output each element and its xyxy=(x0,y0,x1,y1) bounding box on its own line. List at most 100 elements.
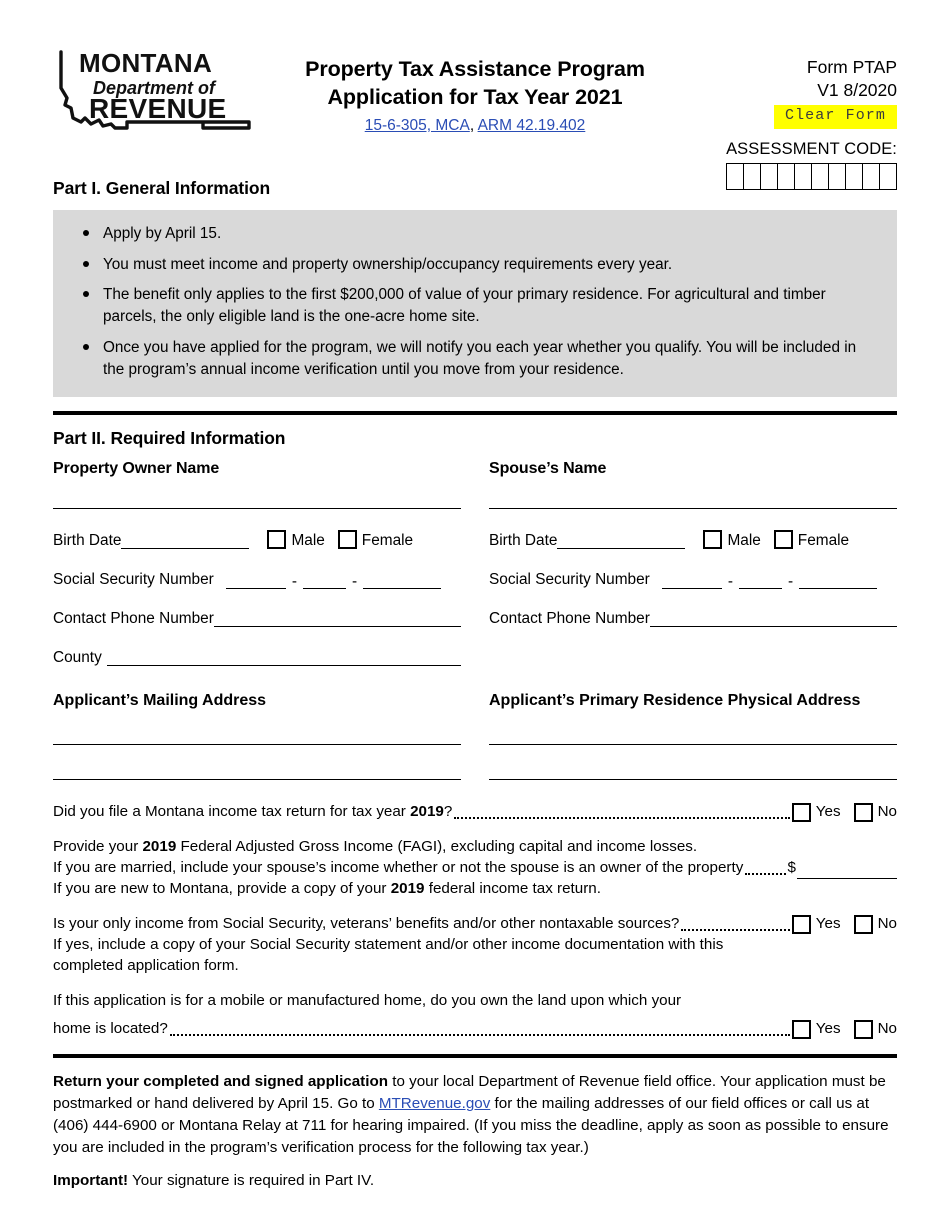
assessment-code-cell[interactable] xyxy=(760,162,779,190)
assessment-code-cell[interactable] xyxy=(844,162,864,190)
spouse-male-checkbox[interactable] xyxy=(703,530,723,550)
form-version: V1 8/2020 xyxy=(817,80,897,101)
spouse-ssn-part3-input[interactable] xyxy=(799,575,878,590)
assessment-code-cell[interactable] xyxy=(777,162,796,190)
spouse-ssn-dash1: - xyxy=(727,572,733,590)
question-4: If this application is for a mobile or m… xyxy=(53,991,897,1040)
residence-address-line1-input[interactable] xyxy=(489,744,897,746)
owner-ssn-part3-input[interactable] xyxy=(363,575,442,590)
owner-name-input[interactable] xyxy=(53,508,461,510)
spouse-male-label: Male xyxy=(727,532,761,550)
general-information-bullet: Once you have applied for the program, w… xyxy=(73,337,877,380)
owner-ssn-row: Social Security Number - - xyxy=(53,571,461,589)
owner-ssn-dash2: - xyxy=(351,572,358,590)
question-4-line2: home is located? xyxy=(53,1020,168,1038)
question-2-leader xyxy=(745,871,786,876)
form-title-block: Property Tax Assistance Program Applicat… xyxy=(268,42,682,135)
question-1: Did you file a Montana income tax return… xyxy=(53,802,897,823)
general-information-bullet: The benefit only applies to the first $2… xyxy=(73,284,877,327)
spouse-column: Spouse’s Name Birth Date Male Female Soc… xyxy=(489,460,897,781)
question-3-no-checkbox[interactable] xyxy=(853,915,873,935)
spouse-ssn-row: Social Security Number - - xyxy=(489,571,897,589)
residence-address-label: Applicant’s Primary Residence Physical A… xyxy=(489,692,861,710)
assessment-code-cell[interactable] xyxy=(861,162,881,190)
spouse-phone-label: Contact Phone Number xyxy=(489,610,650,628)
question-2: Provide your 2019 Federal Adjusted Gross… xyxy=(53,837,897,900)
spouse-ssn-label: Social Security Number xyxy=(489,571,650,589)
question-3-leader xyxy=(681,927,790,932)
owner-county-row: County xyxy=(53,649,461,667)
spouse-phone-input[interactable] xyxy=(649,612,897,628)
required-information-columns: Property Owner Name Birth Date Male Fema… xyxy=(53,460,897,781)
question-1-yes-label: Yes xyxy=(815,803,841,821)
owner-female-checkbox[interactable] xyxy=(337,530,357,550)
question-2-currency-symbol: $ xyxy=(787,859,796,877)
general-information-box: Apply by April 15. You must meet income a… xyxy=(53,210,897,398)
question-1-yes-checkbox[interactable] xyxy=(791,803,811,823)
citation-link-arm[interactable]: ARM 42.19.402 xyxy=(478,117,586,134)
owner-ssn-label: Social Security Number xyxy=(53,571,214,589)
section-divider-top xyxy=(53,411,897,416)
bullet-text: Once you have applied for the program, w… xyxy=(103,338,857,378)
question-4-leader xyxy=(169,1032,790,1037)
question-1-no-checkbox[interactable] xyxy=(853,803,873,823)
spouse-birthdate-input[interactable] xyxy=(557,534,686,550)
assessment-code-input[interactable] xyxy=(682,162,897,190)
general-information-bullet: Apply by April 15. xyxy=(73,223,877,245)
owner-birthdate-input[interactable] xyxy=(121,534,250,550)
assessment-code-cell[interactable] xyxy=(878,162,897,190)
residence-address-line2-input[interactable] xyxy=(489,779,897,781)
owner-male-checkbox[interactable] xyxy=(267,530,287,550)
question-3-yes-checkbox[interactable] xyxy=(791,915,811,935)
owner-column: Property Owner Name Birth Date Male Fema… xyxy=(53,460,461,781)
question-3-note-line2: completed application form. xyxy=(53,957,239,975)
owner-phone-label: Contact Phone Number xyxy=(53,610,214,628)
citation-link-mca[interactable]: 15-6-305, MCA xyxy=(365,117,470,134)
assessment-code-cell[interactable] xyxy=(726,162,745,190)
bullet-icon xyxy=(83,260,89,267)
mtrevenue-link[interactable]: MTRevenue.gov xyxy=(379,1095,490,1112)
question-1-leader xyxy=(454,815,790,820)
assessment-code-cell[interactable] xyxy=(810,162,830,190)
clear-form-button[interactable]: Clear Form xyxy=(773,105,897,129)
owner-female-label: Female xyxy=(361,532,414,550)
owner-mailing-address-line1-input[interactable] xyxy=(53,744,461,746)
owner-phone-row: Contact Phone Number xyxy=(53,610,461,628)
citation-separator: , xyxy=(469,117,478,135)
owner-ssn-part2-input[interactable] xyxy=(302,575,346,590)
question-2-line2: If you are married, include your spouse’… xyxy=(53,859,744,877)
spouse-birthdate-label: Birth Date xyxy=(489,532,558,550)
owner-county-input[interactable] xyxy=(106,651,461,667)
question-4-no-label: No xyxy=(877,1020,897,1038)
bullet-text: The benefit only applies to the first $2… xyxy=(103,286,826,326)
spouse-ssn-part2-input[interactable] xyxy=(738,575,782,590)
question-1-no-label: No xyxy=(877,803,897,821)
form-id: Form PTAP xyxy=(806,57,897,77)
owner-phone-input[interactable] xyxy=(213,612,461,628)
assessment-code-cell[interactable] xyxy=(743,162,762,190)
questions-section: Did you file a Montana income tax return… xyxy=(53,802,897,1040)
question-4-yes-checkbox[interactable] xyxy=(791,1020,811,1040)
question-1-text: Did you file a Montana income tax return… xyxy=(53,803,453,821)
owner-ssn-dash1: - xyxy=(291,572,297,590)
bullet-icon xyxy=(83,343,89,350)
owner-name-label: Property Owner Name xyxy=(53,460,220,478)
assessment-code-cell[interactable] xyxy=(827,162,847,190)
owner-county-label: County xyxy=(53,649,102,667)
spouse-female-checkbox[interactable] xyxy=(773,530,793,550)
spouse-name-input[interactable] xyxy=(489,508,897,510)
form-title-line2: Application for Tax Year 2021 xyxy=(327,84,623,109)
spouse-name-label: Spouse’s Name xyxy=(489,460,607,478)
svg-text:REVENUE: REVENUE xyxy=(89,93,226,124)
spouse-ssn-part1-input[interactable] xyxy=(661,575,722,590)
owner-ssn-part1-input[interactable] xyxy=(225,575,286,590)
question-4-no-checkbox[interactable] xyxy=(853,1020,873,1040)
question-3: Is your only income from Social Security… xyxy=(53,914,897,977)
owner-mailing-address-label: Applicant’s Mailing Address xyxy=(53,692,267,710)
owner-mailing-address-line2-input[interactable] xyxy=(53,779,461,781)
assessment-code-cell[interactable] xyxy=(793,162,813,190)
question-3-note-line1: If yes, include a copy of your Social Se… xyxy=(53,936,724,954)
question-2-fagi-input[interactable] xyxy=(797,865,897,880)
form-header: MONTANA Department of REVENUE Property T… xyxy=(53,0,897,190)
bullet-icon xyxy=(83,291,89,298)
